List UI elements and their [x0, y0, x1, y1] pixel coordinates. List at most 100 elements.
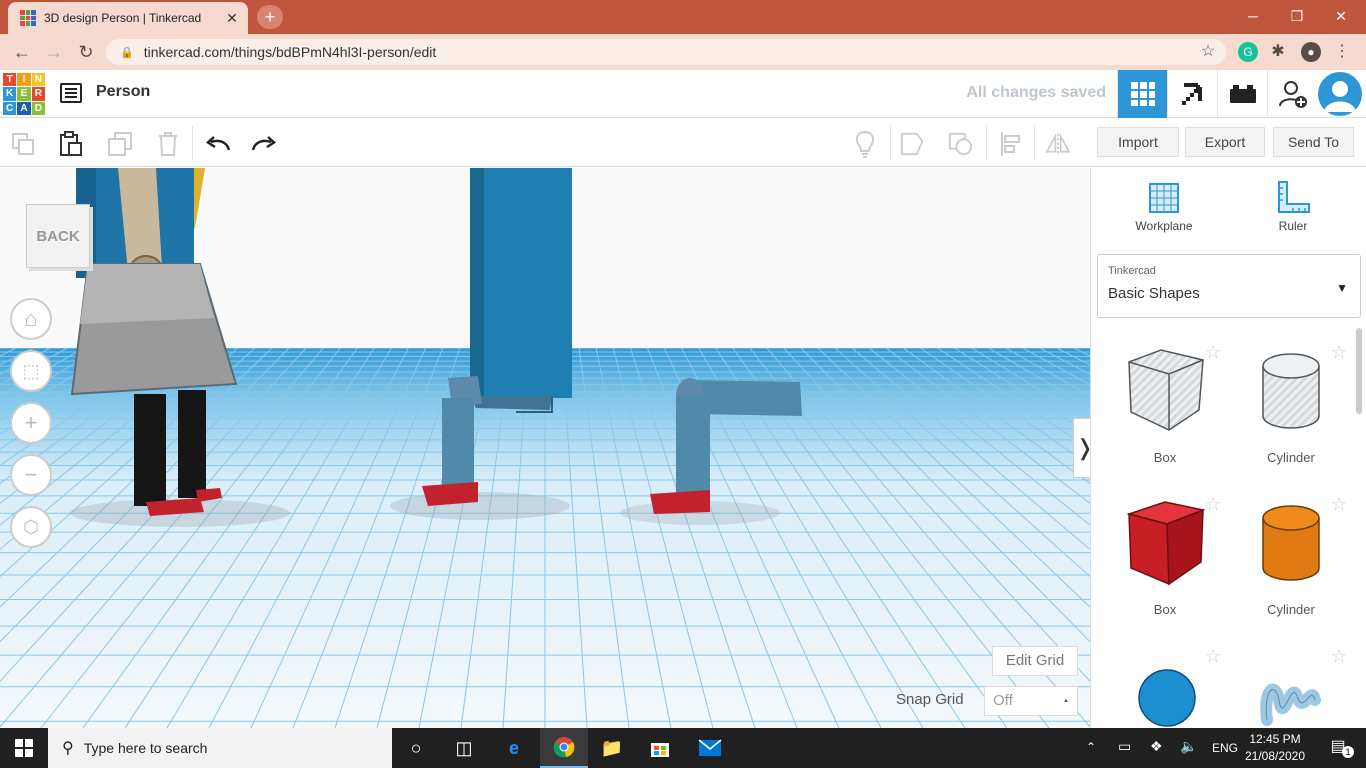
new-tab-button[interactable]: + — [257, 5, 283, 29]
library-name: Basic Shapes — [1108, 285, 1200, 302]
shape-item[interactable]: ☆ Cylinder — [1231, 336, 1351, 466]
close-window-button[interactable]: ✕ — [1318, 4, 1364, 28]
favorite-star-icon[interactable]: ☆ — [1331, 342, 1347, 363]
toolbar-divider — [192, 126, 193, 160]
perspective-cube-icon[interactable]: ⬡ — [10, 506, 52, 548]
chrome-browser-icon[interactable] — [540, 728, 588, 768]
extensions-puzzle-icon[interactable]: ✱ — [1266, 40, 1290, 64]
shape-item[interactable]: ☆ Box — [1105, 488, 1225, 618]
fit-all-icon[interactable]: ⬚ — [10, 350, 52, 392]
tinkercad-header: T I N K E R C A D Person All changes sav… — [0, 70, 1366, 118]
shape-item[interactable]: ☆ — [1105, 640, 1225, 728]
profile-icon[interactable]: ● — [1301, 42, 1321, 62]
minimize-button[interactable]: ─ — [1230, 4, 1276, 28]
paste-icon[interactable] — [58, 131, 84, 157]
notification-center-icon[interactable]: ▤ 1 — [1318, 736, 1358, 760]
delete-trash-icon[interactable] — [155, 131, 181, 157]
send-to-button[interactable]: Send To — [1273, 127, 1354, 157]
scene-objects[interactable] — [0, 168, 1090, 728]
timeline-icon[interactable]: ◫ — [440, 728, 488, 768]
browser-tab-bar: 3D design Person | Tinkercad ✕ + ─ ❐ ✕ — [0, 0, 1366, 34]
favorite-star-icon[interactable]: ☆ — [1331, 646, 1347, 667]
tinkercad-favicon-icon — [20, 10, 36, 26]
task-view-icon[interactable]: ○ — [392, 728, 440, 768]
group-icon[interactable] — [900, 131, 926, 157]
mirror-icon[interactable] — [1045, 131, 1071, 157]
edge-browser-icon[interactable]: e — [490, 728, 538, 768]
shape-label: Box — [1153, 602, 1177, 617]
language-indicator[interactable]: ENG — [1212, 741, 1238, 755]
favorite-star-icon[interactable]: ☆ — [1205, 494, 1221, 515]
ruler-label: Ruler — [1278, 219, 1308, 233]
ungroup-icon[interactable] — [948, 131, 974, 157]
align-icon[interactable] — [998, 131, 1024, 157]
design-list-icon[interactable] — [60, 83, 82, 103]
shape-label: Cylinder — [1267, 450, 1315, 465]
battery-icon[interactable]: ▭ — [1118, 738, 1131, 755]
3d-workplane-viewport[interactable]: BACK ⌂ ⬚ + − ⬡ ❭ Edit Grid Snap Grid Off — [0, 168, 1090, 728]
undo-icon[interactable] — [205, 131, 231, 157]
maximize-button[interactable]: ❐ — [1274, 4, 1320, 28]
favorite-star-icon[interactable]: ☆ — [1205, 342, 1221, 363]
favorite-star-icon[interactable]: ☆ — [1331, 494, 1347, 515]
duplicate-icon[interactable] — [107, 131, 133, 157]
mail-icon[interactable] — [686, 728, 734, 768]
panel-collapse-button[interactable]: ❭ — [1073, 418, 1090, 478]
microsoft-store-icon[interactable] — [636, 728, 684, 768]
url-text: tinkercad.com/things/bdBPmN4hl3I-person/… — [143, 44, 437, 60]
show-hidden-icons-icon[interactable]: ⌃ — [1086, 740, 1096, 754]
pickaxe-minecraft-icon[interactable] — [1167, 70, 1217, 118]
shape-item[interactable]: ☆ Cylinder — [1231, 488, 1351, 618]
browser-tab[interactable]: 3D design Person | Tinkercad ✕ — [8, 2, 248, 34]
workplane-icon — [1149, 183, 1179, 213]
file-explorer-icon[interactable]: 📁 — [588, 728, 636, 768]
library-source: Tinkercad — [1108, 265, 1156, 277]
notification-count: 1 — [1342, 746, 1354, 758]
edit-grid-button[interactable]: Edit Grid — [992, 646, 1078, 676]
grammarly-extension-icon[interactable]: G — [1238, 42, 1258, 62]
project-title[interactable]: Person — [96, 83, 150, 101]
redo-icon[interactable] — [251, 131, 277, 157]
volume-icon[interactable]: 🔈 — [1180, 738, 1197, 755]
taskbar-clock[interactable]: 12:45 PM 21/08/2020 — [1244, 731, 1306, 765]
clock-date: 21/08/2020 — [1244, 749, 1306, 763]
export-button[interactable]: Export — [1185, 127, 1265, 157]
home-view-icon[interactable]: ⌂ — [10, 298, 52, 340]
bookmark-star-icon[interactable]: ☆ — [1196, 40, 1220, 64]
toolbar-divider — [986, 126, 987, 160]
toolbar-divider — [890, 126, 891, 160]
dropbox-icon[interactable]: ❖ — [1150, 738, 1163, 755]
shape-label: Cylinder — [1267, 602, 1315, 617]
url-field[interactable]: 🔒 tinkercad.com/things/bdBPmN4hl3I-perso… — [106, 39, 1226, 65]
lock-icon: 🔒 — [120, 46, 134, 59]
clock-time: 12:45 PM — [1249, 732, 1301, 746]
zoom-in-icon[interactable]: + — [10, 402, 52, 444]
browser-menu-icon[interactable]: ⋮ — [1330, 40, 1354, 64]
shape-item[interactable]: ☆ Box — [1105, 336, 1225, 466]
user-avatar[interactable] — [1318, 72, 1362, 116]
shape-item[interactable]: ☆ — [1231, 640, 1351, 728]
copy-icon[interactable] — [10, 131, 36, 157]
favorite-star-icon[interactable]: ☆ — [1205, 646, 1221, 667]
windows-start-icon[interactable] — [0, 728, 48, 768]
panel-scrollbar[interactable] — [1356, 328, 1362, 414]
reload-icon[interactable]: ↻ — [74, 40, 98, 64]
forward-arrow-icon[interactable]: → — [42, 40, 66, 64]
view-cube[interactable]: BACK — [26, 204, 90, 268]
snap-grid-select[interactable]: Off — [984, 686, 1078, 716]
taskbar-search[interactable]: ⚲ Type here to search — [48, 728, 392, 768]
add-user-icon[interactable] — [1267, 70, 1317, 118]
browser-address-bar: ← → ↻ 🔒 tinkercad.com/things/bdBPmN4hl3I… — [0, 34, 1366, 70]
tab-close-icon[interactable]: ✕ — [224, 10, 240, 27]
save-status: All changes saved — [966, 84, 1106, 101]
import-button[interactable]: Import — [1097, 127, 1179, 157]
lightbulb-notes-icon[interactable] — [852, 130, 878, 158]
shape-library-select[interactable]: Tinkercad Basic Shapes ▼ — [1097, 254, 1361, 318]
workplane-tool[interactable]: Workplane — [1124, 180, 1204, 233]
zoom-out-icon[interactable]: − — [10, 454, 52, 496]
tinkercad-logo[interactable]: T I N K E R C A D — [3, 73, 45, 115]
back-arrow-icon[interactable]: ← — [10, 40, 34, 64]
ruler-tool[interactable]: Ruler — [1253, 180, 1333, 233]
brick-lego-icon[interactable] — [1217, 70, 1267, 118]
3d-view-grid-icon[interactable] — [1117, 70, 1167, 118]
